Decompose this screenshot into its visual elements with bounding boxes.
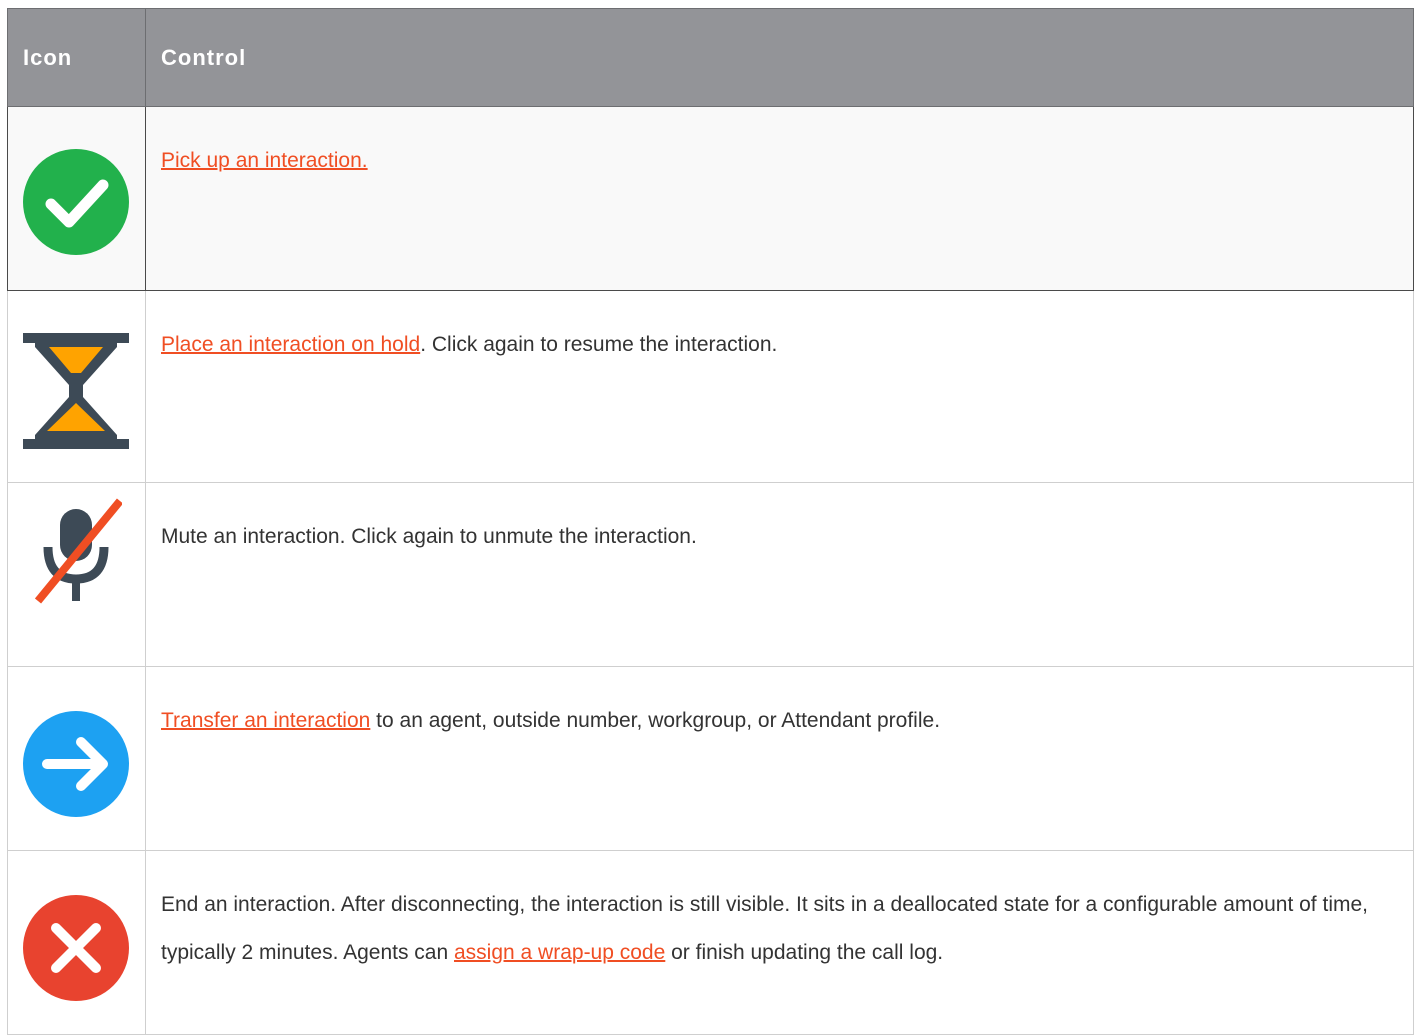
controls-table: Icon Control Pick up an interaction. Pla… xyxy=(7,8,1414,1035)
transfer-description: to an agent, outside number, workgroup, … xyxy=(370,709,941,732)
mute-description: Mute an interaction. Click again to unmu… xyxy=(161,525,697,548)
place-on-hold-link[interactable]: Place an interaction on hold xyxy=(161,333,420,356)
check-circle-icon xyxy=(23,149,129,255)
table-header-row: Icon Control xyxy=(7,8,1414,107)
icon-column-header: Icon xyxy=(7,8,146,107)
transfer-interaction-link[interactable]: Transfer an interaction xyxy=(161,709,370,732)
arrow-right-circle-icon xyxy=(23,711,129,817)
muted-microphone-icon xyxy=(34,498,122,604)
disconnect-description-end: or finish updating the call log. xyxy=(665,941,944,964)
control-column-header: Control xyxy=(145,8,1414,107)
table-row: Mute an interaction. Click again to unmu… xyxy=(7,482,1414,667)
table-row: End an interaction. After disconnecting,… xyxy=(7,850,1414,1035)
table-row: Place an interaction on hold. Click agai… xyxy=(7,290,1414,483)
table-row: Pick up an interaction. xyxy=(7,106,1414,291)
hourglass-icon xyxy=(23,333,129,449)
assign-wrap-up-code-link[interactable]: assign a wrap-up code xyxy=(454,941,665,964)
pick-up-interaction-link[interactable]: Pick up an interaction. xyxy=(161,149,368,172)
table-row: Transfer an interaction to an agent, out… xyxy=(7,666,1414,851)
hold-description: . Click again to resume the interaction. xyxy=(420,333,778,356)
x-circle-icon xyxy=(23,895,129,1001)
